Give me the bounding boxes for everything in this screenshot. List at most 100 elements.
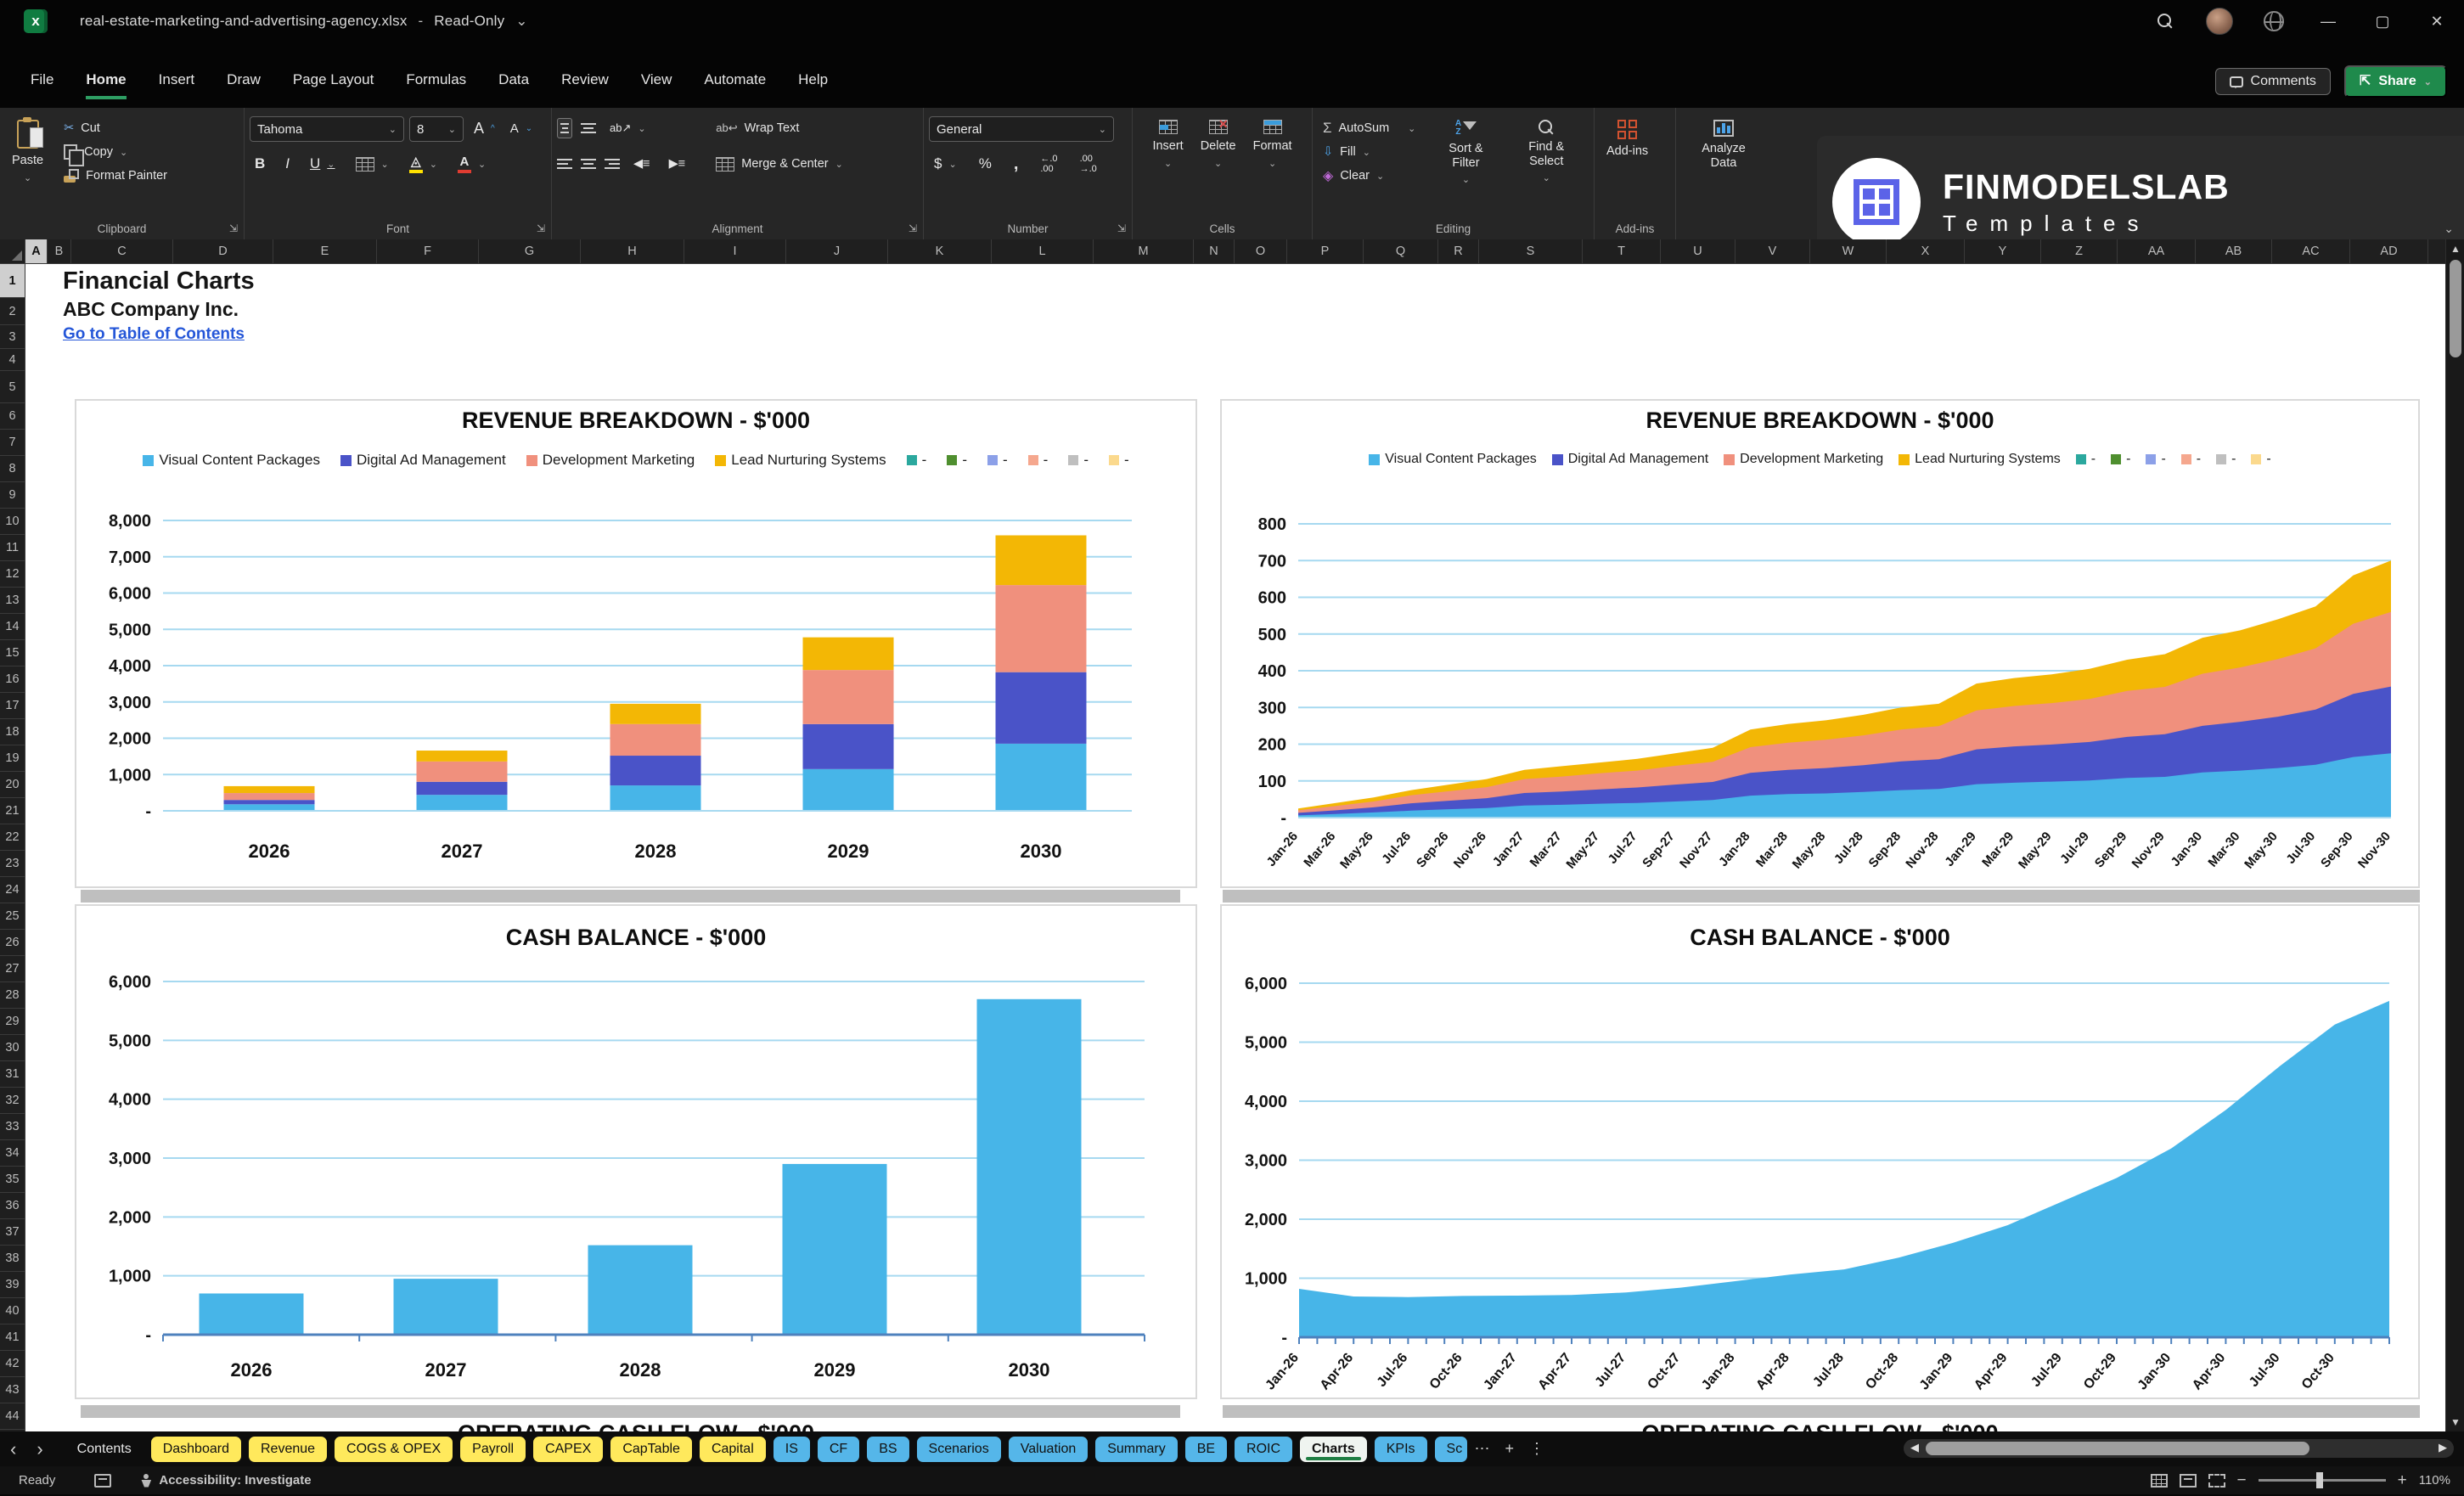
row-header-36[interactable]: 36	[0, 1193, 25, 1219]
insert-cells-button[interactable]: Insert ⌄	[1145, 116, 1190, 172]
row-header-34[interactable]: 34	[0, 1140, 25, 1167]
delete-cells-button[interactable]: Delete⌄	[1194, 116, 1243, 172]
sheet-tab-scenarios[interactable]: Scenarios	[916, 1436, 1001, 1462]
row-header-9[interactable]: 9	[0, 482, 25, 509]
clipboard-dialog-launcher[interactable]: ⇲	[229, 222, 238, 234]
font-size-select[interactable]: 8 ⌄	[409, 116, 464, 142]
row-header-31[interactable]: 31	[0, 1061, 25, 1088]
sheet-tab-is[interactable]: IS	[773, 1436, 810, 1462]
column-header-C[interactable]: C	[71, 239, 173, 263]
sheet-tab-bs[interactable]: BS	[867, 1436, 909, 1462]
accessibility-status[interactable]: Accessibility: Investigate	[159, 1473, 311, 1488]
column-header-A[interactable]: A	[25, 239, 48, 263]
column-header-Y[interactable]: Y	[1965, 239, 2041, 263]
column-header-S[interactable]: S	[1479, 239, 1583, 263]
row-header-40[interactable]: 40	[0, 1298, 25, 1324]
row-header-18[interactable]: 18	[0, 719, 25, 745]
menu-tab-page-layout[interactable]: Page Layout	[293, 71, 374, 99]
row-header-30[interactable]: 30	[0, 1035, 25, 1061]
horizontal-scroll-thumb[interactable]	[1926, 1442, 2309, 1455]
sheet-tab-contents[interactable]: Contents	[65, 1437, 143, 1462]
column-header-O[interactable]: O	[1235, 239, 1287, 263]
row-header-13[interactable]: 13	[0, 588, 25, 614]
row-header-32[interactable]: 32	[0, 1088, 25, 1114]
scroll-down-icon[interactable]: ▼	[2446, 1416, 2464, 1428]
column-header-Z[interactable]: Z	[2041, 239, 2118, 263]
display-settings-icon[interactable]	[94, 1473, 112, 1488]
worksheet[interactable]: Financial Charts ABC Company Inc. Go to …	[25, 264, 2445, 1431]
row-header-14[interactable]: 14	[0, 614, 25, 640]
zoom-slider[interactable]	[2258, 1472, 2386, 1488]
cut-button[interactable]: ✂ Cut	[59, 116, 172, 140]
row-header-42[interactable]: 42	[0, 1351, 25, 1377]
normal-view-icon[interactable]	[2150, 1473, 2168, 1488]
grow-font-button[interactable]: A ^	[469, 116, 500, 140]
share-button[interactable]: ⇱ Share ⌄	[2343, 65, 2447, 98]
minimize-button[interactable]: —	[2301, 0, 2355, 42]
row-header-37[interactable]: 37	[0, 1219, 25, 1246]
comments-button[interactable]: Comments	[2214, 68, 2331, 95]
align-center-icon[interactable]	[581, 156, 596, 172]
sheet-tab-sc[interactable]: Sc	[1434, 1436, 1467, 1462]
column-header-L[interactable]: L	[992, 239, 1094, 263]
more-sheets-icon[interactable]: ⋯	[1467, 1440, 1498, 1458]
zoom-level[interactable]: 110%	[2419, 1473, 2450, 1488]
column-header-N[interactable]: N	[1194, 239, 1235, 263]
sheet-tab-be[interactable]: BE	[1184, 1436, 1228, 1462]
row-header-4[interactable]: 4	[0, 349, 25, 371]
zoom-slider-handle[interactable]	[2315, 1472, 2323, 1488]
column-header-T[interactable]: T	[1583, 239, 1661, 263]
decrease-decimal-button[interactable]: .00 →.0	[1075, 152, 1102, 176]
chevron-down-icon[interactable]: ⌄	[515, 13, 527, 29]
column-header-M[interactable]: M	[1094, 239, 1194, 263]
font-color-button[interactable]: A ⌄	[453, 152, 491, 176]
comma-button[interactable]: ,	[1009, 152, 1024, 176]
shrink-font-button[interactable]: A ⌄	[505, 116, 537, 140]
sheet-tab-cf[interactable]: CF	[817, 1436, 860, 1462]
column-header-X[interactable]: X	[1887, 239, 1965, 263]
column-header-K[interactable]: K	[888, 239, 992, 263]
merge-center-button[interactable]: Merge & Center ⌄	[711, 152, 848, 176]
zoom-in-button[interactable]: +	[2398, 1471, 2407, 1490]
clear-button[interactable]: ◈ Clear ⌄	[1318, 164, 1420, 188]
align-right-icon[interactable]	[605, 156, 620, 172]
copy-button[interactable]: Copy ⌄	[59, 140, 172, 166]
row-header-33[interactable]: 33	[0, 1114, 25, 1140]
increase-indent-button[interactable]: ▶≡	[664, 152, 691, 176]
collapse-ribbon-icon[interactable]: ⌄	[2444, 222, 2454, 236]
italic-button[interactable]: I	[280, 152, 295, 176]
column-header-B[interactable]: B	[48, 239, 71, 263]
sheet-tab-captable[interactable]: CapTable	[610, 1436, 692, 1462]
menu-tab-insert[interactable]: Insert	[159, 71, 195, 99]
column-headers[interactable]: A B C D E F G H I J K L M N O P Q R S T U V W X Y Z AA AB AC AD	[0, 239, 2445, 264]
row-header-39[interactable]: 39	[0, 1272, 25, 1298]
column-header-AA[interactable]: AA	[2118, 239, 2196, 263]
row-header-29[interactable]: 29	[0, 1009, 25, 1035]
row-header-5[interactable]: 5	[0, 371, 25, 403]
number-dialog-launcher[interactable]: ⇲	[1117, 222, 1126, 234]
row-header-11[interactable]: 11	[0, 535, 25, 561]
select-all-corner[interactable]	[0, 239, 25, 263]
next-sheet-icon[interactable]: ›	[26, 1438, 53, 1460]
column-header-H[interactable]: H	[581, 239, 684, 263]
row-header-41[interactable]: 41	[0, 1324, 25, 1351]
horizontal-scrollbar[interactable]: ◀ ▶	[1904, 1439, 2454, 1458]
close-button[interactable]: ✕	[2410, 0, 2464, 42]
row-header-7[interactable]: 7	[0, 430, 25, 456]
wrap-text-button[interactable]: ab↩ Wrap Text	[711, 116, 848, 140]
row-header-22[interactable]: 22	[0, 824, 25, 851]
tab-options-icon[interactable]: ⋮	[1522, 1440, 1552, 1458]
menu-tab-help[interactable]: Help	[798, 71, 828, 99]
avatar[interactable]	[2192, 0, 2247, 42]
sheet-tab-summary[interactable]: Summary	[1095, 1436, 1178, 1462]
scroll-right-icon[interactable]: ▶	[2439, 1441, 2447, 1454]
column-header-J[interactable]: J	[786, 239, 888, 263]
percent-button[interactable]: %	[974, 152, 997, 176]
row-header-2[interactable]: 2	[0, 298, 25, 325]
vertical-scroll-thumb[interactable]	[2450, 260, 2461, 357]
sheet-tab-kpis[interactable]: KPIs	[1374, 1436, 1427, 1462]
chart-revenue-breakdown-60m[interactable]: REVENUE BREAKDOWN - $'000 Visual Content…	[1220, 399, 2420, 888]
sheet-tab-payroll[interactable]: Payroll	[460, 1436, 526, 1462]
row-header-8[interactable]: 8	[0, 456, 25, 482]
sheet-tab-charts[interactable]: Charts	[1300, 1436, 1367, 1462]
